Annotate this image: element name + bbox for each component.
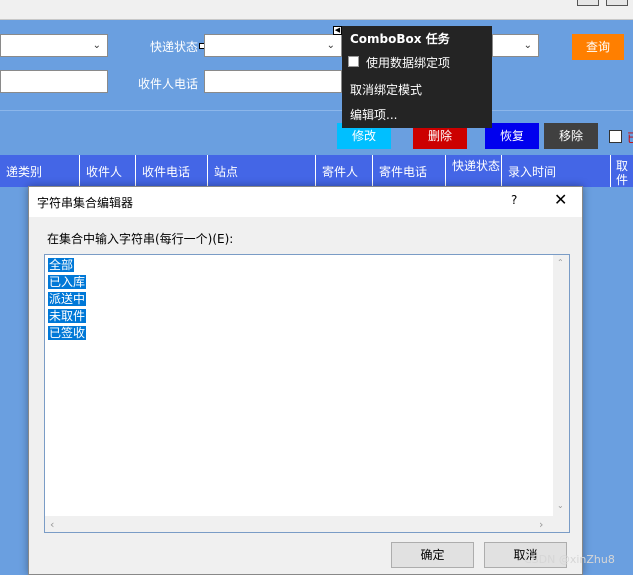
window-button[interactable] [577,0,599,6]
question-icon[interactable]: ? [511,193,517,207]
scroll-down-icon[interactable]: ⌄ [557,501,564,510]
station-combobox[interactable]: ⌄ [492,34,539,57]
edit-items-link[interactable]: 编辑项... [350,106,397,123]
receiver-phone-label: 收件人电话 [138,77,199,91]
unbind-mode-link[interactable]: 取消绑定模式 [350,81,422,98]
editor-prompt: 在集合中输入字符串(每行一个)(E): [47,232,234,246]
vertical-scrollbar[interactable]: ⌃ ⌄ [553,255,569,516]
scroll-up-icon[interactable]: ⌃ [557,258,564,267]
string-collection-editor-dialog: 字符串集合编辑器 ? ✕ 在集合中输入字符串(每行一个)(E): 全部 已入库 … [28,186,583,575]
column-header[interactable]: 站点 [208,155,316,187]
string-line: 全部 [48,258,75,272]
grid-header: 递类别 收件人 收件电话 站点 寄件人 寄件电话 快递状态 录入时间 取件式 [0,155,633,187]
column-header[interactable]: 收件人 [80,155,136,187]
scroll-left-icon[interactable]: ‹ [50,518,54,531]
restore-button[interactable]: 恢复 [485,123,539,149]
chevron-down-icon: ⌄ [326,40,335,51]
close-icon[interactable]: ✕ [554,190,567,209]
column-header[interactable]: 快递状态 [446,155,502,187]
column-header[interactable]: 寄件人 [316,155,373,187]
smart-tag-glyph[interactable]: ◀ [333,26,342,35]
scroll-right-icon[interactable]: › [539,518,543,531]
chevron-down-icon: ⌄ [92,40,101,51]
column-header[interactable]: 收件电话 [136,155,208,187]
express-status-combobox[interactable]: ⌄ [204,34,342,57]
search-panel: ⌄ 快递状态 ⌄ ⌄ 查询 收件人电话 [0,20,633,110]
column-header[interactable]: 取件式 [611,155,633,187]
combobox-tasks-popup: ComboBox 任务 使用数据绑定项 取消绑定模式 编辑项... [342,26,492,128]
dialog-title-bar: 字符串集合编辑器 ? ✕ [29,187,582,217]
string-line: 已签收 [48,326,87,340]
dialog-title: 字符串集合编辑器 [37,196,134,210]
string-line: 已入库 [48,275,87,289]
express-status-label: 快递状态 [150,40,199,54]
string-line: 未取件 [48,309,87,323]
checkbox-label: 已 [627,129,633,146]
ok-button[interactable]: 确定 [391,542,474,568]
action-panel: 修改 删除 恢复 移除 已 [0,110,633,155]
scrollbar-corner [553,516,569,532]
horizontal-scrollbar[interactable]: ‹ › [45,516,553,532]
category-combobox[interactable]: ⌄ [0,34,108,57]
column-header[interactable]: 录入时间 [502,155,611,187]
use-binding-label[interactable]: 使用数据绑定项 [366,54,450,71]
string-line: 派送中 [48,292,87,306]
form-top-strip [0,0,633,20]
column-header[interactable]: 寄件电话 [373,155,446,187]
watermark: CSDN @xinZhu8 [524,553,615,566]
receiver-phone-input[interactable] [204,70,342,93]
tasks-title: ComboBox 任务 [350,32,450,46]
column-header[interactable]: 递类别 [0,155,80,187]
strings-textarea[interactable]: 全部 已入库 派送中 未取件 已签收 ⌃ ⌄ ‹ › [44,254,570,533]
remove-button[interactable]: 移除 [544,123,598,149]
chevron-down-icon: ⌄ [523,40,532,51]
query-button[interactable]: 查询 [572,34,624,60]
use-binding-checkbox[interactable] [348,56,359,67]
strings-list: 全部 已入库 派送中 未取件 已签收 [48,257,87,342]
receiver-input[interactable] [0,70,108,93]
show-removed-checkbox[interactable] [609,130,622,143]
window-button[interactable] [606,0,628,6]
